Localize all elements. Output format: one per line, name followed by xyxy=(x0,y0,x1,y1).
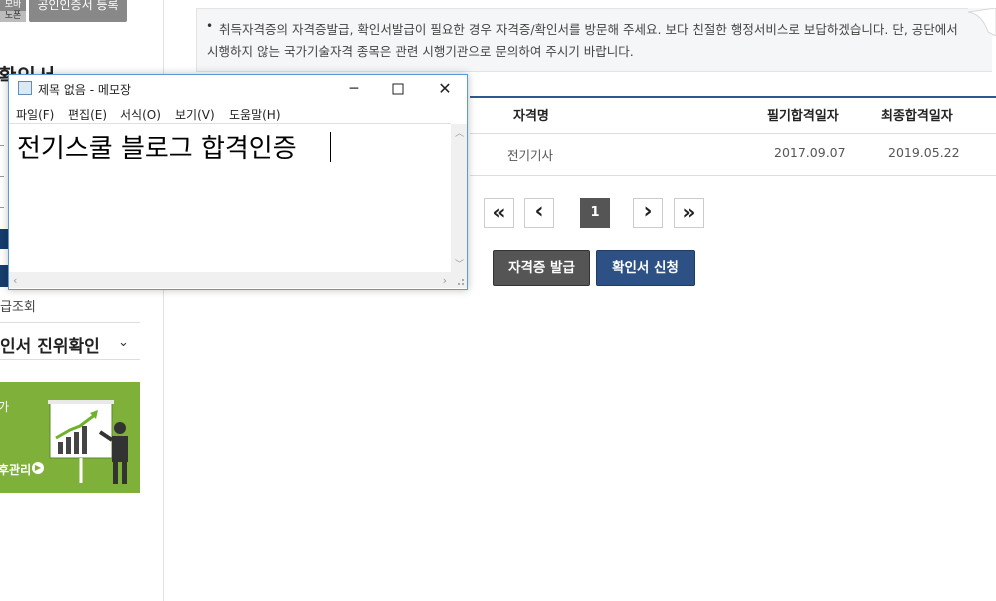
certificate-issue-button[interactable]: 자격증 발급 xyxy=(493,250,590,286)
play-arrow-icon: ▶ xyxy=(32,462,44,474)
notepad-content[interactable]: 전기스쿨 블로그 합격인증 xyxy=(17,128,297,165)
menu-help[interactable]: 도움말(H) xyxy=(229,106,281,123)
close-button[interactable]: ✕ xyxy=(431,78,459,100)
sidebar-divider xyxy=(0,145,4,146)
table-top-border xyxy=(470,96,996,98)
horizontal-scrollbar[interactable]: ‹ › xyxy=(9,272,451,288)
table-cell-final-date: 2019.05.22 xyxy=(888,145,960,160)
sidebar-verify-label: 인서 진위확인 xyxy=(0,337,100,357)
banner-link-text[interactable]: 후관리 xyxy=(0,461,31,478)
text-caret xyxy=(330,132,331,162)
sidebar-divider xyxy=(0,207,4,208)
table-header-written-date: 필기합격일자 xyxy=(767,109,839,124)
mobile-button[interactable]: 모바 노폰 xyxy=(0,0,26,22)
table-row-divider xyxy=(470,175,996,176)
scroll-down-icon[interactable]: ﹀ xyxy=(455,257,464,270)
menu-format[interactable]: 서식(O) xyxy=(120,106,161,123)
menu-view[interactable]: 보기(V) xyxy=(175,106,215,123)
scroll-up-icon[interactable]: ︿ xyxy=(455,126,464,139)
table-cell-written-date: 2017.09.07 xyxy=(774,145,846,160)
menu-file[interactable]: 파일(F) xyxy=(16,106,54,123)
mobile-button-label: 모바 xyxy=(4,0,22,10)
certificate-register-button[interactable]: 공인인증서 등록 xyxy=(29,0,127,22)
table-cell-name: 전기기사 xyxy=(507,148,554,163)
maximize-button[interactable] xyxy=(384,78,412,100)
table-header-final-date: 최종합격일자 xyxy=(881,109,953,124)
table-header-divider xyxy=(470,133,996,134)
menu-edit[interactable]: 편집(E) xyxy=(68,106,107,123)
sidebar-divider xyxy=(0,176,4,177)
vertical-scrollbar[interactable]: ︿ ﹀ xyxy=(451,124,467,272)
maximize-icon xyxy=(392,83,404,95)
banner-side-text: 가 xyxy=(0,400,10,414)
page-fold-icon xyxy=(967,8,996,36)
mobile-button-sub: 노폰 xyxy=(0,11,26,22)
table-header-name: 자격명 xyxy=(513,109,549,124)
pagination-prev-button[interactable]: ‹ xyxy=(524,198,554,228)
sidebar-item-active-sub[interactable] xyxy=(0,265,8,287)
confirmation-apply-button[interactable]: 확인서 신청 xyxy=(596,250,695,286)
resize-grip-icon[interactable] xyxy=(451,272,467,288)
minimize-button[interactable]: ─ xyxy=(340,78,368,100)
pagination-first-button[interactable]: « xyxy=(484,198,514,228)
notepad-app-icon xyxy=(18,81,32,95)
sidebar-item-active[interactable] xyxy=(0,229,8,249)
pagination-page-1[interactable]: 1 xyxy=(580,198,610,228)
scroll-left-icon[interactable]: ‹ xyxy=(13,274,17,287)
notice-text: 취득자격증의 자격증발급, 확인서발급이 필요한 경우 자격증/확인서를 방문해… xyxy=(207,22,958,59)
notepad-title: 제목 없음 - 메모장 xyxy=(38,83,132,97)
sidebar-item-issue-lookup[interactable]: 급조회 xyxy=(0,296,36,315)
scroll-right-icon[interactable]: › xyxy=(443,274,447,287)
pagination-last-button[interactable]: » xyxy=(674,198,704,228)
chevron-down-icon[interactable]: ⌄ xyxy=(118,335,129,350)
pagination-next-button[interactable]: › xyxy=(633,198,663,228)
